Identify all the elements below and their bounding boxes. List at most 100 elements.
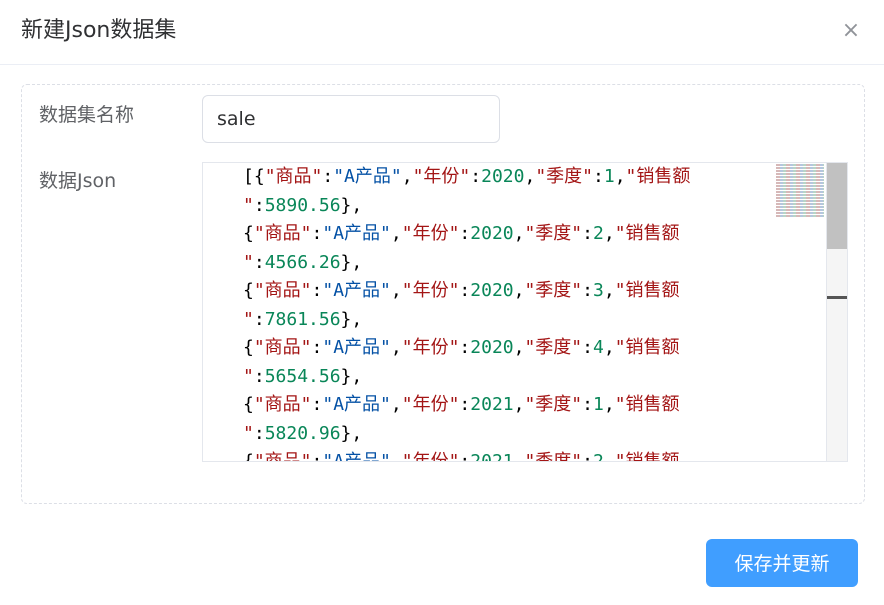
code-token: 2020 [470, 337, 514, 358]
code-token: "季度" [524, 451, 583, 462]
save-and-update-button[interactable]: 保存并更新 [706, 539, 858, 587]
code-token: : [253, 308, 265, 330]
code-token: : [459, 394, 471, 415]
code-token: : [582, 394, 593, 415]
code-token: : [311, 280, 323, 301]
code-token: }, [340, 365, 363, 387]
code-token: "商品" [253, 337, 312, 358]
code-token: , [603, 451, 615, 462]
dataset-name-label: 数据集名称 [39, 104, 135, 126]
code-token: 2021 [470, 451, 514, 462]
code-token: " [243, 251, 254, 273]
editor-minimap[interactable] [776, 163, 824, 219]
dialog-header: 新建Json数据集 × [0, 0, 884, 65]
code-token: "年份" [401, 337, 460, 358]
dialog-title: 新建Json数据集 [21, 18, 177, 43]
code-token: 2021 [470, 394, 514, 415]
code-token: "商品" [264, 166, 323, 187]
code-token: : [582, 223, 593, 244]
code-token: , [390, 394, 402, 415]
code-token: 2020 [470, 223, 514, 244]
code-token: : [311, 223, 323, 244]
code-token: " [243, 308, 254, 330]
code-token: 2020 [481, 166, 525, 187]
code-token: }, [340, 251, 363, 273]
code-token: : [311, 394, 323, 415]
code-token: "销售额 [614, 223, 680, 244]
dataset-json-label: 数据Json [39, 170, 117, 192]
code-token: "年份" [401, 280, 460, 301]
code-token: , [401, 166, 413, 187]
code-token: , [390, 451, 402, 462]
code-token: "季度" [524, 223, 583, 244]
editor-scrollbar-thumb[interactable] [827, 163, 847, 249]
code-token: , [390, 337, 402, 358]
code-token: "销售额 [614, 394, 680, 415]
code-token: , [614, 166, 626, 187]
code-token: { [243, 337, 254, 358]
code-token: 4566.26 [264, 251, 341, 273]
code-token: 2 [593, 451, 604, 462]
code-token: "销售额 [614, 451, 680, 462]
code-token: "A产品" [333, 166, 402, 187]
code-token: { [243, 451, 254, 462]
code-token: "季度" [524, 280, 583, 301]
code-token: " [243, 365, 254, 387]
code-line: ":5890.56}, [243, 192, 783, 221]
code-token: , [513, 394, 525, 415]
code-token: : [253, 422, 265, 444]
code-line: {"商品":"A产品","年份":2021,"季度":1,"销售额 [243, 391, 783, 420]
code-token: 2 [593, 223, 604, 244]
code-token: "季度" [524, 394, 583, 415]
code-token: " [243, 194, 254, 216]
code-token: "年份" [401, 223, 460, 244]
code-token: }, [340, 308, 363, 330]
code-token: , [603, 394, 615, 415]
code-token: "A产品" [322, 337, 391, 358]
code-token: , [390, 223, 402, 244]
code-line: ":5654.56}, [243, 363, 783, 392]
code-token: "商品" [253, 223, 312, 244]
code-token: }, [340, 422, 363, 444]
code-token: "A产品" [322, 394, 391, 415]
code-token: 2020 [470, 280, 514, 301]
dataset-form: 数据集名称 数据Json [{"商品":"A产品","年份":2020,"季度"… [21, 84, 865, 504]
code-token: "销售额 [614, 337, 680, 358]
code-token: : [459, 337, 471, 358]
code-token: }, [340, 194, 363, 216]
json-code-content[interactable]: [{"商品":"A产品","年份":2020,"季度":1,"销售额 ":5890… [243, 163, 783, 462]
code-line: {"商品":"A产品","年份":2021,"季度":2,"销售额 [243, 448, 783, 462]
code-token: 7861.56 [264, 308, 341, 330]
code-token: : [593, 166, 604, 187]
code-token: , [513, 337, 525, 358]
code-token: "销售额 [614, 280, 680, 301]
close-icon[interactable]: × [838, 18, 864, 44]
code-token: "A产品" [322, 223, 391, 244]
code-token: "年份" [401, 394, 460, 415]
editor-scrollbar[interactable] [826, 163, 847, 461]
code-token: "商品" [253, 451, 312, 462]
code-token: , [513, 280, 525, 301]
scrollbar-cursor-marker [827, 296, 847, 299]
code-line: {"商品":"A产品","年份":2020,"季度":4,"销售额 [243, 334, 783, 363]
code-token: : [253, 251, 265, 273]
code-token: : [311, 337, 323, 358]
code-line: ":5820.96}, [243, 420, 783, 449]
new-json-dataset-dialog: 新建Json数据集 × 数据集名称 数据Json [{"商品":"A产品","年… [0, 0, 884, 605]
code-token: "季度" [524, 337, 583, 358]
code-token: : [459, 280, 471, 301]
code-token: : [253, 194, 265, 216]
code-line: ":7861.56}, [243, 306, 783, 335]
code-token: "季度" [535, 166, 593, 187]
dataset-name-input[interactable] [202, 95, 500, 143]
code-token: 1 [603, 166, 615, 187]
code-token: "商品" [253, 394, 312, 415]
code-line: {"商品":"A产品","年份":2020,"季度":2,"销售额 [243, 220, 783, 249]
code-token: : [582, 451, 593, 462]
code-token: " [243, 422, 254, 444]
code-token: : [470, 166, 482, 187]
code-token: , [390, 280, 402, 301]
code-token: : [253, 365, 265, 387]
code-token: { [243, 223, 254, 244]
json-code-editor[interactable]: [{"商品":"A产品","年份":2020,"季度":1,"销售额 ":5890… [202, 162, 848, 462]
